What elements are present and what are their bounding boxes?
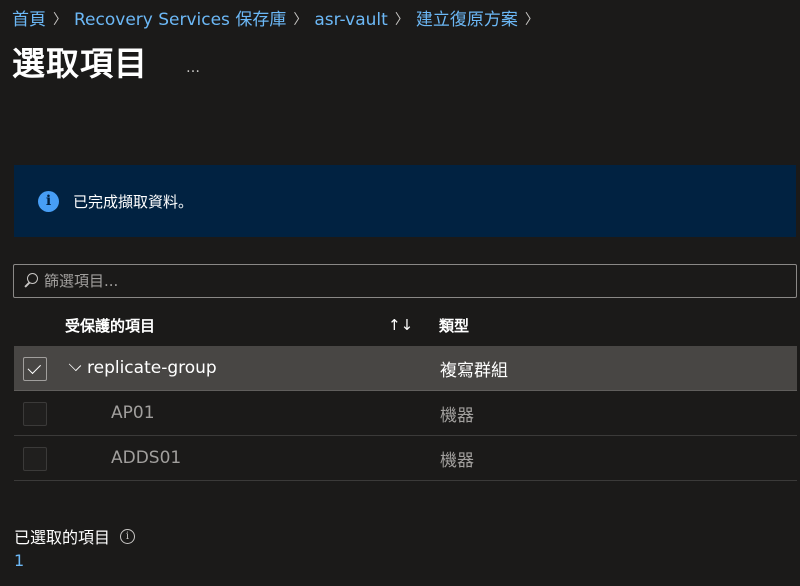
breadcrumb-recovery-services-vaults[interactable]: Recovery Services 保存庫 [74,8,286,32]
row-name: ADDS01 [111,448,182,468]
chevron-right-icon: 〉 [53,12,67,28]
checkmark-icon [27,360,42,374]
row-checkbox[interactable] [23,402,47,426]
breadcrumb-home[interactable]: 首頁 [12,8,46,32]
chevron-right-icon: 〉 [293,12,308,28]
row-type: 複寫群組 [440,360,508,381]
filter-input[interactable] [44,272,744,290]
row-checkbox[interactable] [23,447,47,471]
sort-icon[interactable]: ↑↓ [388,316,413,334]
chevron-down-icon[interactable] [68,358,82,372]
page-title: 選取項目 [12,44,148,83]
row-name: replicate-group [87,358,217,378]
table-row[interactable]: AP01 機器 [14,391,797,436]
table-row[interactable]: ADDS01 機器 [14,436,797,481]
row-checkbox[interactable] [23,357,47,381]
chevron-right-icon: 〉 [524,12,539,28]
page: 首頁 〉 Recovery Services 保存庫 〉 asr-vault 〉… [0,0,800,586]
table-row[interactable]: replicate-group 複寫群組 [14,346,797,391]
items-table: 受保護的項目 ↑↓ 類型 replicate-group 複寫群組 AP01 機… [14,304,797,481]
info-banner-text: 已完成擷取資料。 [73,192,194,211]
info-icon: i [38,190,59,212]
table-header: 受保護的項目 ↑↓ 類型 [14,304,797,346]
column-header-type[interactable]: 類型 [439,315,469,336]
search-icon [24,273,38,289]
row-type: 機器 [440,405,474,426]
row-name: AP01 [111,403,155,423]
selected-items-label: 已選取的項目 i [14,524,136,548]
breadcrumb: 首頁 〉 Recovery Services 保存庫 〉 asr-vault 〉… [12,8,539,32]
title-row: 選取項目 … [12,42,202,86]
breadcrumb-asr-vault[interactable]: asr-vault [314,8,388,32]
info-outline-icon[interactable]: i [120,528,136,544]
info-banner: i 已完成擷取資料。 [14,165,796,237]
filter-box[interactable] [13,264,797,298]
selected-items-count[interactable]: 1 [14,551,24,570]
breadcrumb-create-recovery-plan[interactable]: 建立復原方案 [416,8,518,32]
chevron-right-icon: 〉 [394,12,409,28]
row-type: 機器 [440,450,474,471]
selected-items-text: 已選取的項目 [14,528,111,547]
column-header-protected-item[interactable]: 受保護的項目 [65,315,155,336]
more-options-button[interactable]: … [186,52,202,76]
